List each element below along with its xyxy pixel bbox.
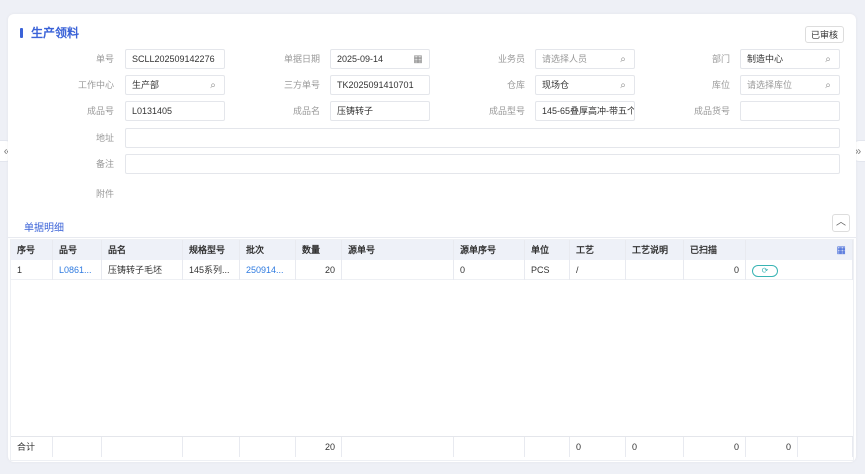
salesman-placeholder: 请选择人员: [542, 54, 588, 64]
remark-label: 备注: [95, 159, 114, 169]
doc-date-value: 2025-09-14: [337, 54, 384, 64]
col-actions: ▦: [746, 240, 853, 260]
third-no-label: 三方单号: [283, 80, 320, 90]
footer-total-label: 合计: [11, 437, 53, 457]
footer-cell: [342, 437, 454, 457]
tab-divider: [8, 237, 856, 238]
salesman-select[interactable]: 请选择人员 ⌕: [535, 49, 635, 69]
status-badge: 已审核: [804, 26, 844, 43]
col-item-name: 品名: [102, 240, 183, 260]
footer-cell: [102, 437, 183, 457]
cell-scanned: 0: [684, 260, 746, 280]
page-title: 生产领料: [31, 26, 80, 40]
col-source-no: 源单号: [342, 240, 454, 260]
address-label: 地址: [95, 133, 114, 143]
address-field[interactable]: [125, 128, 840, 148]
col-item-no: 品号: [53, 240, 102, 260]
col-unit: 单位: [525, 240, 570, 260]
refresh-icon: ⟳: [761, 266, 769, 275]
doc-no-field[interactable]: SCLL202509142276: [125, 49, 225, 69]
footer-extra-total: 0: [746, 437, 798, 457]
department-label: 部门: [711, 54, 730, 64]
col-batch: 批次: [240, 240, 296, 260]
location-select[interactable]: 请选择库位 ⌕: [740, 75, 840, 95]
cell-item-no-link[interactable]: L0861...: [53, 260, 102, 280]
collapse-button[interactable]: ︿: [832, 214, 850, 232]
detail-table: 序号 品号 品名 规格型号 批次 数量 源单号 源单序号 单位 工艺 工艺说明 …: [10, 239, 854, 461]
col-process: 工艺: [570, 240, 626, 260]
chevron-up-icon: ︿: [836, 217, 846, 228]
table-header-row: 序号 品号 品名 规格型号 批次 数量 源单号 源单序号 单位 工艺 工艺说明 …: [11, 240, 853, 260]
cell-process: /: [570, 260, 626, 280]
col-process-desc: 工艺说明: [626, 240, 684, 260]
grid-settings-icon[interactable]: ▦: [837, 245, 846, 256]
department-select[interactable]: 制造中心 ⌕: [740, 49, 840, 69]
doc-date-field[interactable]: 2025-09-14 ▦: [330, 49, 430, 69]
doc-no-label: 单号: [95, 54, 114, 64]
footer-cell: [525, 437, 570, 457]
product-no-label: 成品号: [86, 106, 114, 116]
search-icon[interactable]: ⌕: [207, 80, 219, 92]
footer-scanned-total: 0: [684, 437, 746, 457]
page-header: 生产领料: [20, 24, 79, 41]
warehouse-value: 现场仓: [542, 80, 570, 90]
salesman-label: 业务员: [497, 54, 525, 64]
cell-spec: 145系列...: [183, 260, 240, 280]
refresh-button[interactable]: ⟳: [752, 265, 778, 277]
product-name-label: 成品名: [292, 106, 320, 116]
footer-cell: [798, 437, 853, 457]
product-name-field[interactable]: 压铸转子: [330, 101, 430, 121]
remark-field[interactable]: [125, 154, 840, 174]
third-no-field[interactable]: TK2025091410701: [330, 75, 430, 95]
product-model-label: 成品型号: [488, 106, 525, 116]
footer-cell: [183, 437, 240, 457]
footer-cell: [454, 437, 525, 457]
doc-date-label: 单据日期: [283, 54, 320, 64]
cell-qty: 20: [296, 260, 342, 280]
search-icon[interactable]: ⌕: [617, 80, 629, 92]
cell-source-no: [342, 260, 454, 280]
product-cargo-field[interactable]: [740, 101, 840, 121]
department-value: 制造中心: [747, 54, 784, 64]
table-row[interactable]: 1 L0861... 压铸转子毛坯 145系列... 250914... 20 …: [11, 260, 853, 280]
product-cargo-label: 成品货号: [693, 106, 730, 116]
cell-batch-link[interactable]: 250914...: [240, 260, 296, 280]
location-label: 库位: [711, 80, 730, 90]
work-center-value: 生产部: [132, 80, 160, 90]
cell-actions: ⟳: [746, 260, 853, 280]
col-index: 序号: [11, 240, 53, 260]
location-placeholder: 请选择库位: [747, 80, 793, 90]
table-footer-row: 合计 20 0 0 0 0: [11, 436, 853, 457]
work-center-select[interactable]: 生产部 ⌕: [125, 75, 225, 95]
warehouse-select[interactable]: 现场仓 ⌕: [535, 75, 635, 95]
calendar-icon[interactable]: ▦: [412, 54, 424, 66]
cell-index: 1: [11, 260, 53, 280]
product-no-field[interactable]: L0131405: [125, 101, 225, 121]
cell-item-name: 压铸转子毛坯: [102, 260, 183, 280]
col-spec: 规格型号: [183, 240, 240, 260]
search-icon[interactable]: ⌕: [822, 80, 834, 92]
product-model-field[interactable]: 145-65叠厚高冲-带五个工: [535, 101, 635, 121]
footer-cell: [53, 437, 102, 457]
footer-process-total: 0: [570, 437, 626, 457]
footer-qty-total: 20: [296, 437, 342, 457]
col-qty: 数量: [296, 240, 342, 260]
search-icon[interactable]: ⌕: [822, 54, 834, 66]
work-center-label: 工作中心: [77, 80, 114, 90]
col-scanned: 已扫描: [684, 240, 746, 260]
cell-process-desc: [626, 260, 684, 280]
warehouse-label: 仓库: [506, 80, 525, 90]
attachment-label: 附件: [95, 189, 114, 199]
title-marker: [20, 27, 23, 38]
col-source-seq: 源单序号: [454, 240, 525, 260]
footer-process-desc-total: 0: [626, 437, 684, 457]
cell-unit: PCS: [525, 260, 570, 280]
cell-source-seq: 0: [454, 260, 525, 280]
document-card: 生产领料 已审核 单号 SCLL202509142276 单据日期 2025-0…: [8, 14, 856, 462]
search-icon[interactable]: ⌕: [617, 54, 629, 66]
footer-cell: [240, 437, 296, 457]
